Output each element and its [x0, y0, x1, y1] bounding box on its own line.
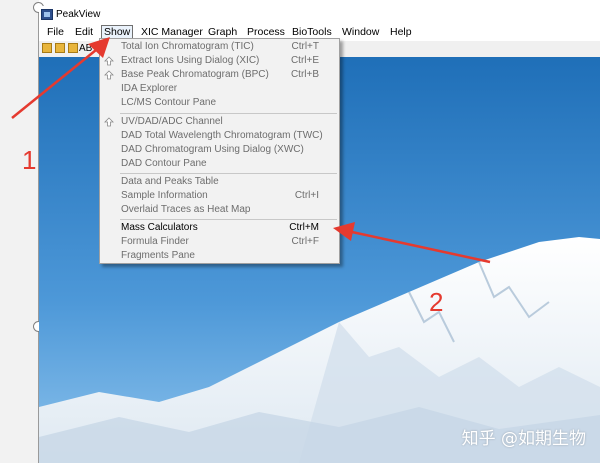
screenshot-stage: PeakView File Edit Show XIC Manager Grap…: [0, 0, 600, 463]
annotation-label-1: 1: [22, 145, 37, 175]
annotation-arrows: [11, 37, 491, 264]
arrow-1-to-show-menu: [11, 37, 110, 119]
zhihu-watermark: 知乎 @如期生物: [461, 429, 586, 449]
arrow-2-to-mass-calculators: [333, 222, 491, 264]
annotation-label-2: 2: [429, 287, 444, 317]
